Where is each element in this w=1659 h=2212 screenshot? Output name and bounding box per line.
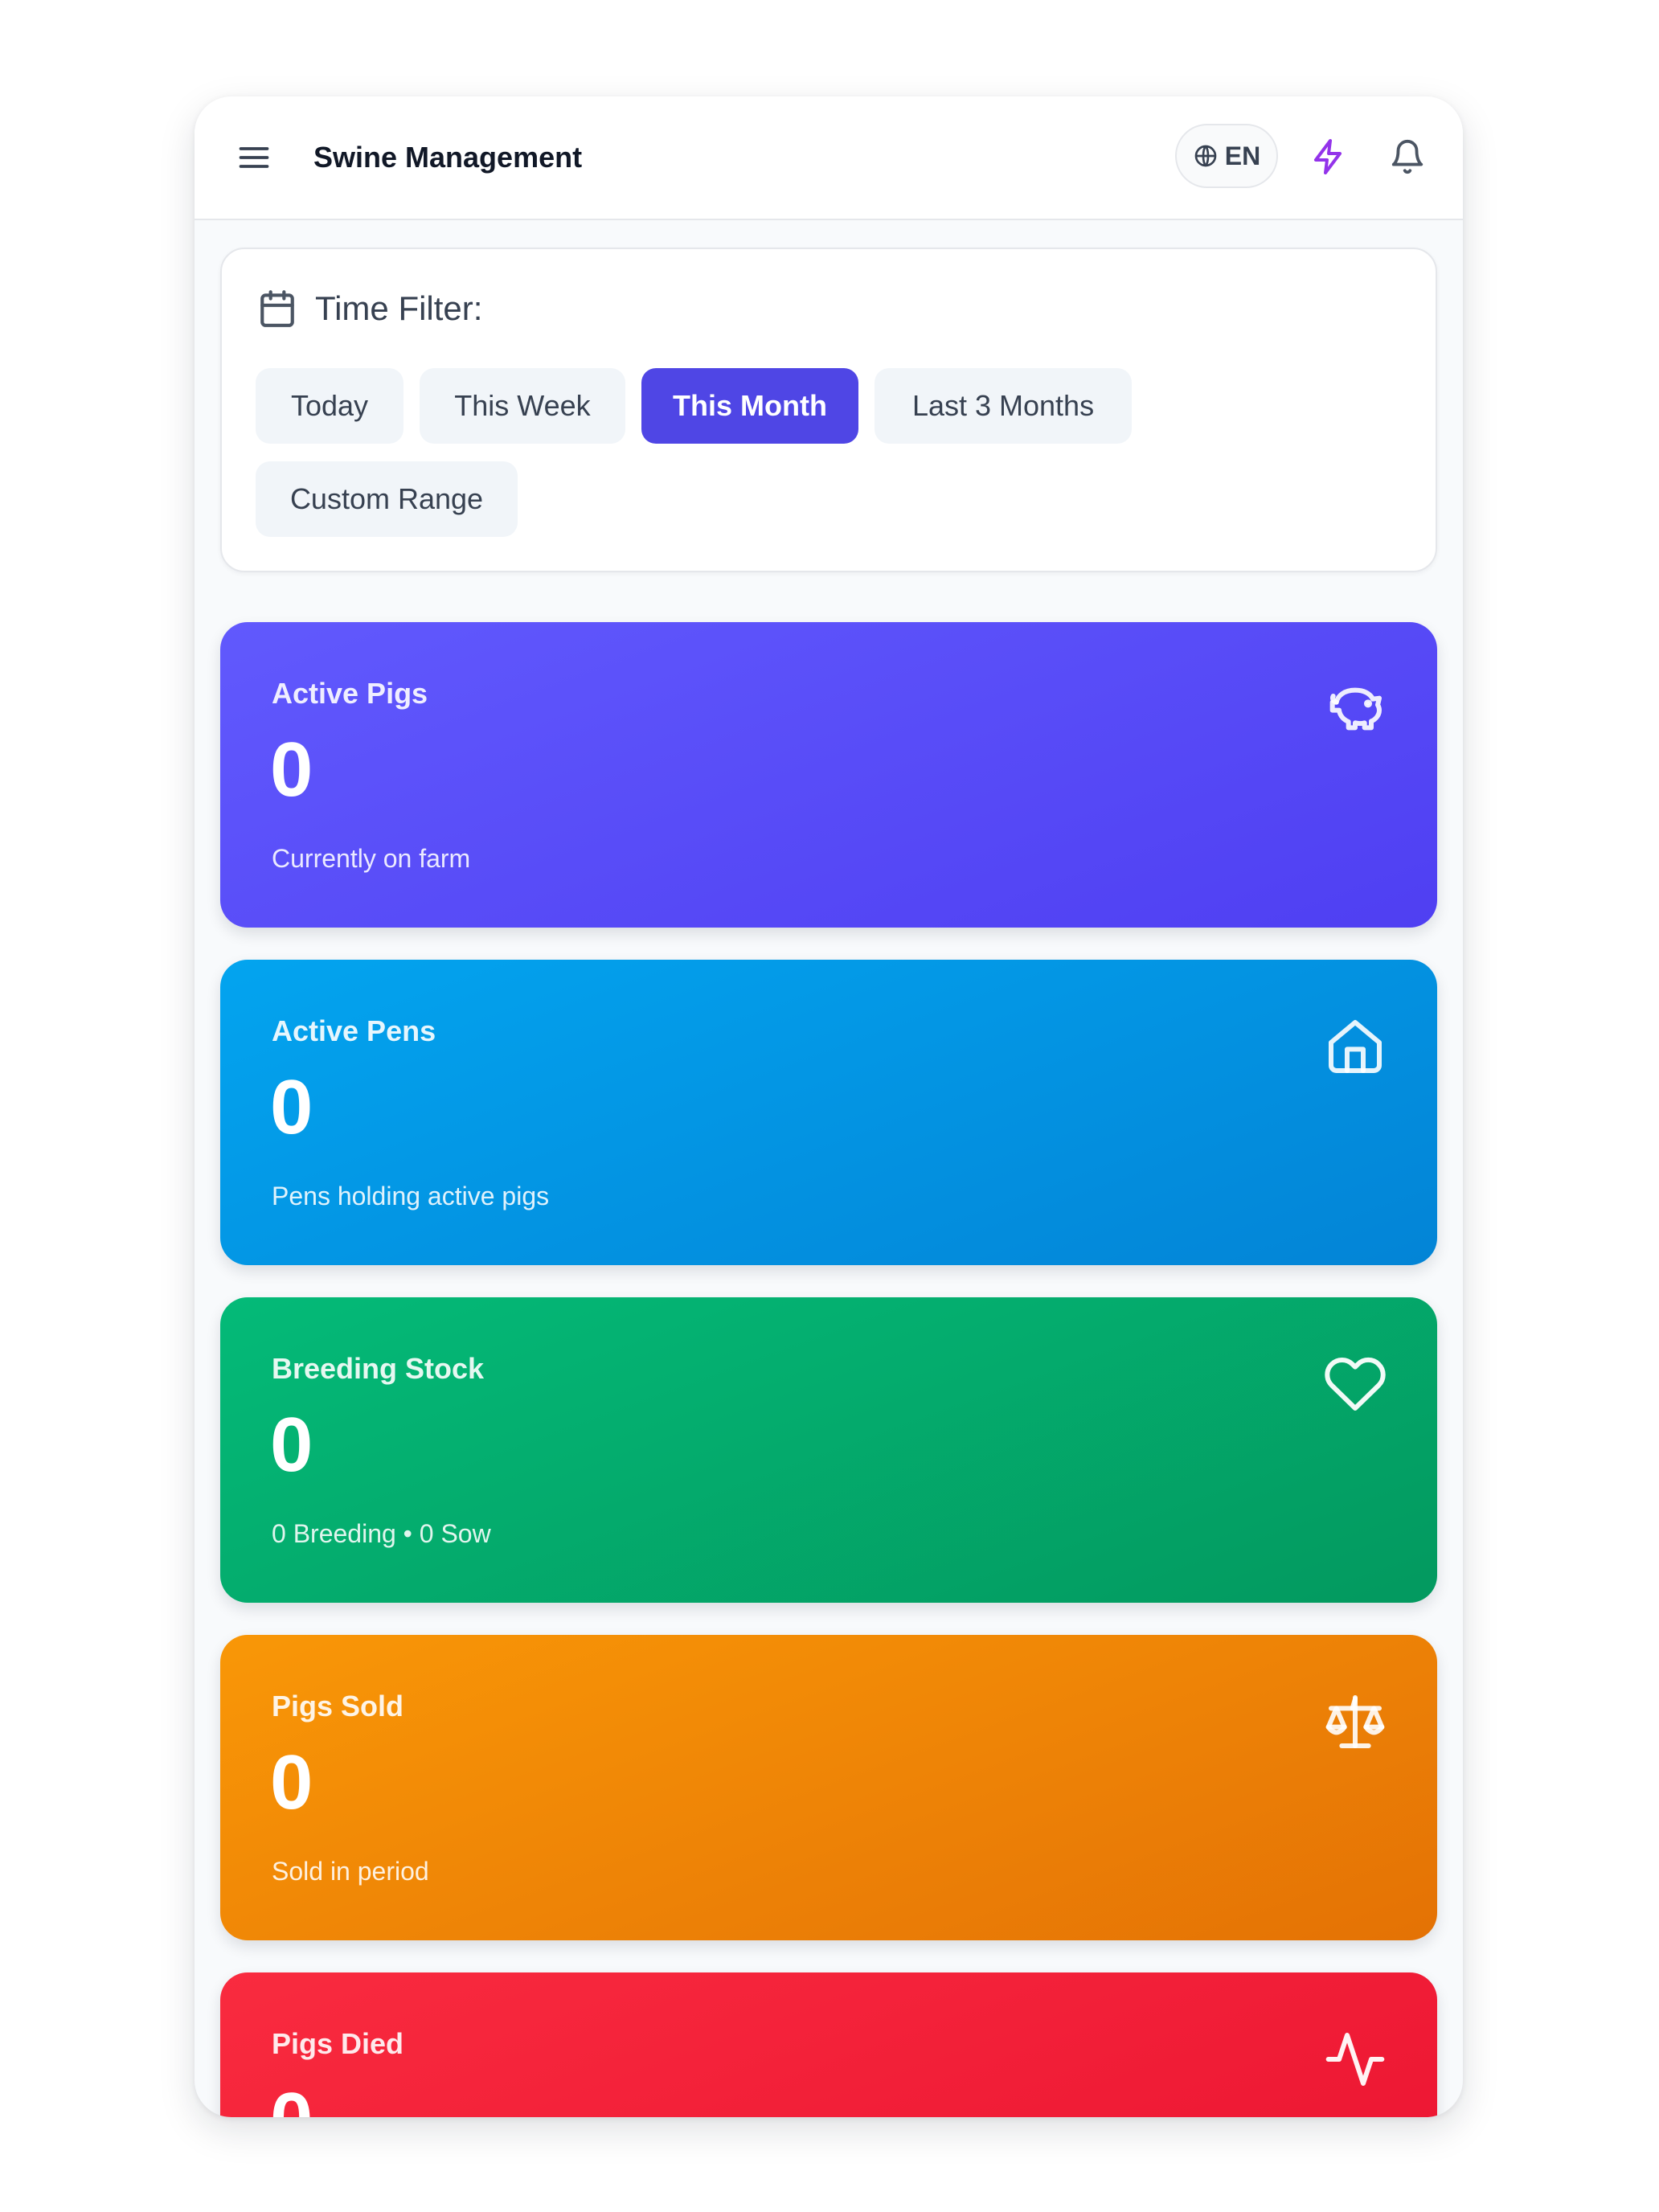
house-icon — [1323, 1014, 1387, 1079]
heart-icon — [1323, 1352, 1387, 1416]
stat-title: Breeding Stock — [272, 1352, 485, 1385]
stat-value: 0 — [270, 1064, 313, 1150]
stat-card-pigs-died[interactable]: Pigs Died 0 — [220, 1972, 1437, 2117]
filter-custom-range[interactable]: Custom Range — [256, 461, 518, 537]
stat-card-breeding-stock[interactable]: Breeding Stock 0 0 Breeding • 0 Sow — [220, 1297, 1437, 1603]
menu-button[interactable] — [228, 132, 280, 183]
time-filter-header: Time Filter: — [257, 285, 482, 333]
filter-this-week[interactable]: This Week — [420, 368, 625, 444]
piggy-icon — [1323, 677, 1387, 741]
activity-icon — [1323, 2027, 1387, 2091]
lightning-icon — [1314, 139, 1342, 174]
calendar-icon — [260, 290, 294, 327]
stat-value: 0 — [270, 727, 313, 813]
stat-subtitle: Pens holding active pigs — [272, 1182, 550, 1210]
filter-today[interactable]: Today — [256, 368, 403, 444]
stat-title: Active Pigs — [272, 677, 428, 710]
bell-icon — [1391, 140, 1423, 174]
stat-card-pigs-sold[interactable]: Pigs Sold 0 Sold in period — [220, 1635, 1437, 1940]
app-header: Swine Management EN — [195, 96, 1463, 220]
stat-value: 0 — [270, 1402, 313, 1488]
stat-card-active-pens[interactable]: Active Pens 0 Pens holding active pigs — [220, 960, 1437, 1265]
stat-title: Active Pens — [272, 1014, 436, 1047]
app-frame: Swine Management EN Time Filter: Today T… — [195, 96, 1463, 2117]
app-title: Swine Management — [313, 141, 583, 174]
time-filter-card: Time Filter: Today This Week This Month … — [220, 248, 1437, 572]
language-label: EN — [1224, 141, 1261, 170]
stat-subtitle: Sold in period — [272, 1857, 429, 1886]
stat-subtitle: 0 Breeding • 0 Sow — [272, 1519, 491, 1548]
notifications-button[interactable] — [1381, 130, 1434, 183]
stat-value: 0 — [270, 2072, 313, 2117]
quick-actions-button[interactable] — [1302, 130, 1355, 183]
globe-icon — [1194, 145, 1217, 167]
language-button[interactable]: EN — [1175, 124, 1278, 188]
scale-icon — [1323, 1690, 1387, 1754]
stat-title: Pigs Died — [272, 2027, 404, 2060]
stat-value: 0 — [270, 1739, 313, 1825]
stat-subtitle: Currently on farm — [272, 844, 471, 873]
stat-card-active-pigs[interactable]: Active Pigs 0 Currently on farm — [220, 622, 1437, 928]
filter-last-3-months[interactable]: Last 3 Months — [875, 368, 1132, 444]
hamburger-menu-icon — [239, 147, 269, 168]
filter-this-month[interactable]: This Month — [641, 368, 858, 444]
stat-title: Pigs Sold — [272, 1690, 404, 1722]
time-filter-label: Time Filter: — [315, 289, 483, 327]
